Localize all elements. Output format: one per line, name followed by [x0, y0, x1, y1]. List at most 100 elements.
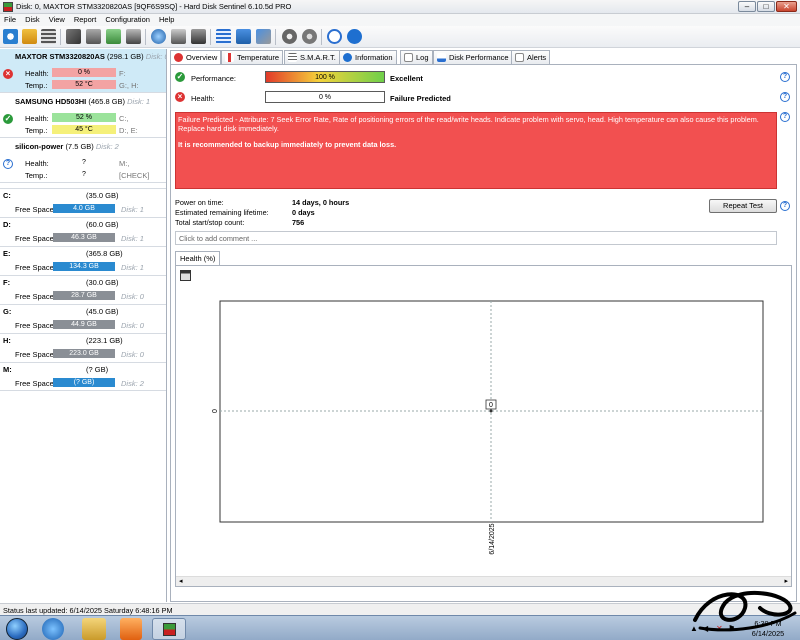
tab-log[interactable]: Log	[400, 50, 433, 64]
disk-name: SAMSUNG HD503HI (465.8 GB) Disk: 1	[15, 97, 151, 106]
x-tick-label: 6/14/2025	[489, 523, 496, 554]
network-icon[interactable]	[151, 29, 166, 44]
disk-name: MAXTOR STM3320820AS (298.1 GB) Disk: 0	[15, 52, 167, 61]
drive-check-icon[interactable]	[106, 29, 121, 44]
start-button[interactable]	[6, 618, 28, 640]
close-button[interactable]: ✕	[776, 1, 797, 12]
report-icon[interactable]	[216, 29, 231, 44]
tab-disk-performance[interactable]: Disk Performance	[433, 50, 513, 64]
performance-icon	[437, 53, 446, 62]
toolbar-separator	[210, 29, 211, 45]
disk-entry[interactable]: silicon-power (7.5 GB) Disk: 2 ? Health:…	[0, 139, 166, 183]
help-icon[interactable]	[327, 29, 342, 44]
performance-bar: 100 %	[265, 71, 385, 83]
minimize-button[interactable]: –	[738, 1, 756, 12]
alerts-icon	[515, 53, 524, 62]
repeat-test-button[interactable]: Repeat Test	[709, 199, 777, 213]
volume-disk: Disk: 0	[121, 321, 144, 330]
health-text: Failure Predicted	[390, 94, 451, 103]
mail-icon[interactable]	[236, 29, 251, 44]
volume-size: (35.0 GB)	[86, 191, 119, 200]
watermark-logo	[693, 590, 797, 632]
hd-sentinel-taskbar-button[interactable]	[152, 618, 186, 640]
health-bar: 0 %	[52, 68, 116, 77]
volume-disk: Disk: 0	[121, 350, 144, 359]
taskbar: ▲ ◀ ✕ ⚑ 6:30 PM 6/14/2025	[0, 615, 800, 640]
overview-panel: ✓ Performance: 100 % Excellent ? × Healt…	[170, 64, 797, 602]
help-icon[interactable]: ?	[780, 112, 790, 122]
tab-information[interactable]: Information	[339, 50, 397, 64]
y-tick-label: 0	[212, 409, 219, 413]
alert-action: Replace hard disk immediately.	[178, 124, 279, 133]
volume-disk: Disk: 2	[121, 379, 144, 388]
tab-bar: Overview Temperature S.M.A.R.T. Informat…	[170, 50, 800, 65]
volume-letter: E:	[3, 249, 11, 258]
drive-erase-icon[interactable]	[126, 29, 141, 44]
temp-drives: G:, H:	[119, 81, 139, 90]
info-icon[interactable]	[347, 29, 362, 44]
disk-entry[interactable]: MAXTOR STM3320820AS (298.1 GB) Disk: 0 ×…	[0, 49, 166, 93]
transfer-icon[interactable]	[171, 29, 186, 44]
help-icon[interactable]: ?	[780, 72, 790, 82]
scroll-left-icon[interactable]: ◂	[179, 577, 183, 585]
toolbar	[0, 26, 800, 48]
volume-disk: Disk: 1	[121, 234, 144, 243]
help-icon[interactable]: ?	[780, 201, 790, 211]
volume-entry[interactable]: C: (35.0 GB) Free Space 4.0 GB Disk: 1	[0, 188, 166, 217]
media-player-icon[interactable]	[120, 618, 142, 640]
start-stop-label: Total start/stop count:	[175, 218, 245, 227]
health-drives: F:	[119, 69, 126, 78]
browser-icon[interactable]	[42, 618, 64, 640]
tab-temperature[interactable]: Temperature	[221, 50, 284, 64]
menu-view[interactable]: View	[45, 14, 70, 24]
menu-help[interactable]: Help	[155, 14, 179, 24]
volume-entry[interactable]: G: (45.0 GB) Free Space 44.9 GB Disk: 0	[0, 304, 166, 333]
disk-test-icon[interactable]	[22, 29, 37, 44]
free-space-bar: 44.9 GB	[53, 320, 115, 329]
toolbar-separator	[275, 29, 276, 45]
comment-input[interactable]: Click to add comment ...	[175, 231, 777, 245]
temp-bar: 52 °C	[52, 80, 116, 89]
power-on-value: 14 days, 0 hours	[292, 198, 350, 207]
thermometer-icon	[225, 53, 234, 62]
info-icon	[343, 53, 352, 62]
volume-entry[interactable]: E: (365.8 GB) Free Space 134.3 GB Disk: …	[0, 246, 166, 275]
volume-entry[interactable]: M: (? GB) Free Space (? GB) Disk: 2	[0, 362, 166, 391]
tab-overview[interactable]: Overview	[170, 50, 222, 65]
help-icon[interactable]: ?	[780, 92, 790, 102]
folder-icon[interactable]	[82, 618, 106, 640]
power-on-label: Power on time:	[175, 198, 224, 207]
export-icon[interactable]	[191, 29, 206, 44]
drive-icon[interactable]	[86, 29, 101, 44]
settings-icon[interactable]	[282, 29, 297, 44]
app-icon	[3, 2, 13, 12]
temp-bar: 45 °C	[52, 125, 116, 134]
volume-entry[interactable]: D: (60.0 GB) Free Space 46.3 GB Disk: 1	[0, 217, 166, 246]
temp-drives: [CHECK]	[119, 171, 150, 180]
volume-size: (365.8 GB)	[86, 249, 123, 258]
health-chart-panel: 0 6/14/2025 0 ◂ ▸	[175, 265, 792, 587]
options-icon[interactable]	[302, 29, 317, 44]
tab-health-chart[interactable]: Health (%)	[175, 251, 221, 265]
temp-label: Temp.:	[25, 126, 48, 135]
health-drives: M:,	[119, 159, 130, 168]
tab-smart[interactable]: S.M.A.R.T.	[284, 50, 340, 64]
health-chart: 0 6/14/2025 0	[212, 300, 764, 555]
health-bar: ?	[82, 159, 86, 166]
volume-letter: F:	[3, 278, 11, 287]
disk-entry[interactable]: SAMSUNG HD503HI (465.8 GB) Disk: 1 ✓ Hea…	[0, 94, 166, 138]
refresh-icon[interactable]	[3, 29, 18, 44]
volume-entry[interactable]: H: (223.1 GB) Free Space 223.0 GB Disk: …	[0, 333, 166, 362]
menu-report[interactable]: Report	[70, 14, 102, 24]
alert-message: Failure Predicted - Attribute: 7 Seek Er…	[178, 115, 759, 124]
volume-entry[interactable]: F: (30.0 GB) Free Space 28.7 GB Disk: 0	[0, 275, 166, 304]
maximize-button[interactable]: □	[757, 1, 775, 12]
send-icon[interactable]	[256, 29, 271, 44]
menu-file[interactable]: File	[0, 14, 21, 24]
tab-alerts[interactable]: Alerts	[511, 50, 551, 64]
menu-disk[interactable]: Disk	[21, 14, 45, 24]
menu-configuration[interactable]: Configuration	[101, 14, 155, 24]
error-icon	[174, 53, 183, 62]
disk-list-icon[interactable]	[41, 29, 56, 44]
tools-icon[interactable]	[66, 29, 81, 44]
